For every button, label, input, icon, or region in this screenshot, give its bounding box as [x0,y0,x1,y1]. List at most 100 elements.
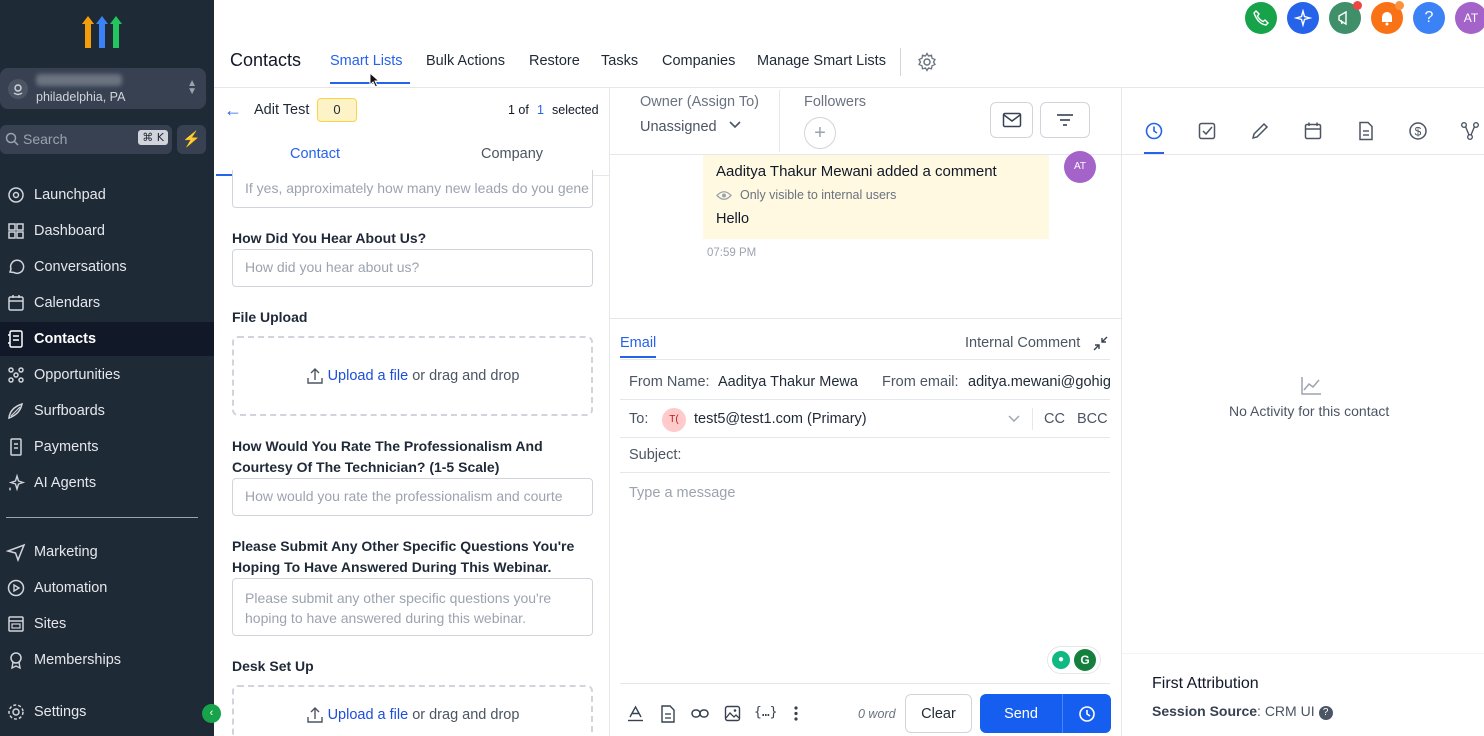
subtab-company[interactable]: Company [481,146,543,162]
sidebar-item-launchpad[interactable]: Launchpad [0,178,214,212]
workflows-icon[interactable] [1460,121,1480,141]
location-switcher[interactable]: philadelphia, PA ▲ ▼ [0,68,206,109]
grammarly-widget[interactable]: ● G [1047,646,1101,674]
bell-icon[interactable] [1371,1,1404,34]
tab-manage-smart-lists[interactable]: Manage Smart Lists [757,53,886,69]
quick-action-bolt-icon[interactable]: ⚡ [177,125,206,154]
sidebar-item-automation[interactable]: Automation [0,571,214,605]
hear-about-label: How Did You Hear About Us? [232,230,427,246]
empty-chart-icon [1300,376,1322,396]
subject-input[interactable] [695,441,1105,469]
more-vertical-icon[interactable] [793,705,799,722]
ai-sparkle-icon[interactable] [1287,2,1319,34]
megaphone-icon[interactable] [1329,1,1362,34]
from-email-value[interactable]: aditya.mewani@gohighlevel.com [968,374,1111,390]
sparkle-icon [8,473,26,492]
no-activity-message: No Activity for this contact [1229,403,1390,419]
appointments-calendar-icon[interactable] [1303,121,1323,141]
composer-tab-internal-comment[interactable]: Internal Comment [965,335,1080,351]
tasks-checkbox-icon[interactable] [1197,121,1217,141]
upload-file-link[interactable]: Upload a file [328,707,409,723]
template-icon[interactable] [660,705,676,723]
send-button-group[interactable]: Send [980,694,1111,733]
mouse-cursor-icon [369,72,380,88]
sidebar-item-label: Calendars [34,295,101,311]
questions-textarea[interactable]: Please submit any other specific questio… [232,578,593,636]
collapse-composer-icon[interactable] [1093,336,1108,351]
owner-select[interactable]: Unassigned [640,119,741,135]
send-button[interactable]: Send [980,706,1062,722]
email-filter-button[interactable] [990,102,1033,138]
filter-button[interactable] [1040,102,1090,138]
chevron-down-icon[interactable] [1008,415,1020,423]
leads-count-input[interactable]: If yes, approximately how many new leads… [232,170,593,208]
phone-icon[interactable] [1245,2,1277,34]
sidebar-item-surfboards[interactable]: Surfboards [0,394,214,428]
link-icon[interactable] [691,705,709,722]
sidebar-item-calendars[interactable]: Calendars [0,286,214,320]
sidebar-item-conversations[interactable]: Conversations [0,250,214,284]
tab-bulk-actions[interactable]: Bulk Actions [426,53,505,69]
subtab-contact[interactable]: Contact [290,146,340,162]
settings-gear-icon[interactable] [917,52,937,72]
upload-file-link[interactable]: Upload a file [328,368,409,384]
app-logo[interactable] [82,14,122,50]
sidebar-item-memberships[interactable]: Memberships [0,643,214,677]
user-avatar[interactable]: AT [1455,2,1484,34]
sidebar-item-dashboard[interactable]: Dashboard [0,214,214,248]
visibility-text: Only visible to internal users [740,188,897,202]
toolbar-divider [620,683,1110,684]
tab-companies[interactable]: Companies [662,53,735,69]
notes-pencil-icon[interactable] [1250,121,1270,141]
tab-restore[interactable]: Restore [529,53,580,69]
image-icon[interactable] [724,705,741,722]
custom-values-icon[interactable]: {…} [754,705,777,720]
session-source: Session Source: CRM UI? [1152,703,1333,720]
text-format-icon[interactable] [627,705,644,722]
from-name-value[interactable]: Aaditya Thakur Mewani [718,374,858,390]
collapse-sidebar-button[interactable]: ‹ [202,704,221,723]
file-upload-dropzone[interactable]: Upload a file or drag and drop [232,336,593,416]
sidebar-search[interactable]: Search ⌘ K [0,125,172,154]
hear-about-input[interactable]: How did you hear about us? [232,249,593,287]
count-badge: 0 [317,98,357,122]
subject-label: Subject: [629,447,682,463]
tab-smart-lists[interactable]: Smart Lists [330,53,403,69]
sidebar-item-contacts[interactable]: Contacts [0,322,214,356]
payments-dollar-icon[interactable]: $ [1408,121,1428,141]
tab-tasks[interactable]: Tasks [601,53,638,69]
sidebar-item-payments[interactable]: Payments [0,430,214,464]
sidebar-item-sites[interactable]: Sites [0,607,214,641]
comment-action: added a comment [872,163,997,180]
notification-dot [1353,1,1362,10]
sidebar-item-ai-agents[interactable]: AI Agents [0,466,214,500]
message-input[interactable]: Type a message [629,485,735,501]
active-activity-tab-indicator [1144,152,1164,154]
bcc-button[interactable]: BCC [1077,411,1108,427]
rate-technician-input[interactable]: How would you rate the professionalism a… [232,478,593,516]
recipient-value[interactable]: test5@test1.com (Primary) [694,411,867,427]
sidebar-item-label: AI Agents [34,475,97,491]
pager-selected: selected [552,103,599,117]
comment-timestamp: 07:59 PM [707,247,757,259]
cc-button[interactable]: CC [1044,411,1065,427]
location-name-redacted [36,74,122,86]
desk-upload-dropzone[interactable]: Upload a file or drag and drop [232,685,593,736]
composer-tab-email[interactable]: Email [620,335,656,351]
recipient-avatar: T( [662,408,686,432]
owner-divider [779,90,780,152]
word-count: 0 word [858,707,896,721]
comment-author: Aaditya Thakur Mewani [716,163,873,180]
help-question-icon[interactable]: ? [1318,706,1333,720]
help-icon[interactable]: ? [1413,2,1445,34]
sidebar-item-marketing[interactable]: Marketing [0,535,214,569]
documents-icon[interactable] [1356,121,1376,141]
sidebar-item-opportunities[interactable]: Opportunities [0,358,214,392]
schedule-send-clock-icon[interactable] [1063,705,1111,723]
sidebar-item-settings[interactable]: Settings [0,695,214,729]
followers-label: Followers [804,94,867,110]
back-arrow-icon[interactable]: ← [224,100,242,121]
activity-history-icon[interactable] [1144,121,1164,141]
add-follower-button[interactable]: + [804,117,836,149]
clear-button[interactable]: Clear [905,694,972,733]
